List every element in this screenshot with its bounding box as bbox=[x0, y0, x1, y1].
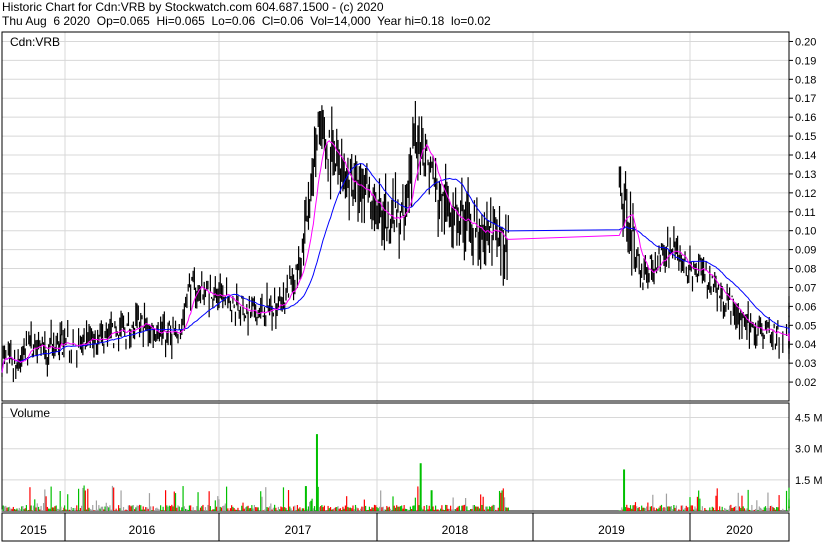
price-tick-label: 0.17 bbox=[795, 93, 816, 105]
price-tick-label: 0.18 bbox=[795, 74, 816, 86]
volume-tick-label: 3.0 M bbox=[795, 444, 823, 456]
price-tick-label: 0.06 bbox=[795, 301, 816, 313]
year-label: 2018 bbox=[442, 523, 469, 537]
price-tick-label: 0.14 bbox=[795, 150, 816, 162]
price-tick-label: 0.13 bbox=[795, 169, 816, 181]
price-tick-label: 0.20 bbox=[795, 36, 816, 48]
price-tick-label: 0.10 bbox=[795, 226, 816, 238]
price-tick-label: 0.08 bbox=[795, 264, 816, 276]
price-panel-frame bbox=[1, 31, 790, 402]
price-tick-label: 0.09 bbox=[795, 245, 816, 257]
year-label: 2016 bbox=[129, 523, 156, 537]
price-panel-label: Cdn:VRB bbox=[10, 35, 60, 49]
price-tick-label: 0.11 bbox=[795, 207, 816, 219]
price-tick-label: 0.15 bbox=[795, 131, 816, 143]
price-tick-label: 0.16 bbox=[795, 112, 816, 124]
price-tick-label: 0.19 bbox=[795, 55, 816, 67]
year-axis-frame bbox=[1, 512, 790, 542]
volume-panel-label: Volume bbox=[10, 406, 50, 420]
price-tick-label: 0.07 bbox=[795, 282, 816, 294]
price-tick-label: 0.12 bbox=[795, 188, 816, 200]
price-tick-label: 0.03 bbox=[795, 358, 816, 370]
volume-tick-label: 4.5 M bbox=[795, 413, 823, 425]
year-label: 2017 bbox=[285, 523, 312, 537]
price-tick-label: 0.02 bbox=[795, 377, 816, 389]
price-tick-label: 0.05 bbox=[795, 320, 816, 332]
stock-chart: Cdn:VRB Volume 0.02 0.03 0.04 0.05 0.06 0.07 0… bbox=[1, 31, 823, 542]
price-tick-label: 0.04 bbox=[795, 339, 816, 351]
year-label: 2020 bbox=[726, 523, 753, 537]
year-label: 2015 bbox=[20, 523, 47, 537]
year-label: 2019 bbox=[598, 523, 625, 537]
volume-tick-label: 1.5 M bbox=[795, 475, 823, 487]
volume-panel-frame bbox=[1, 402, 790, 512]
